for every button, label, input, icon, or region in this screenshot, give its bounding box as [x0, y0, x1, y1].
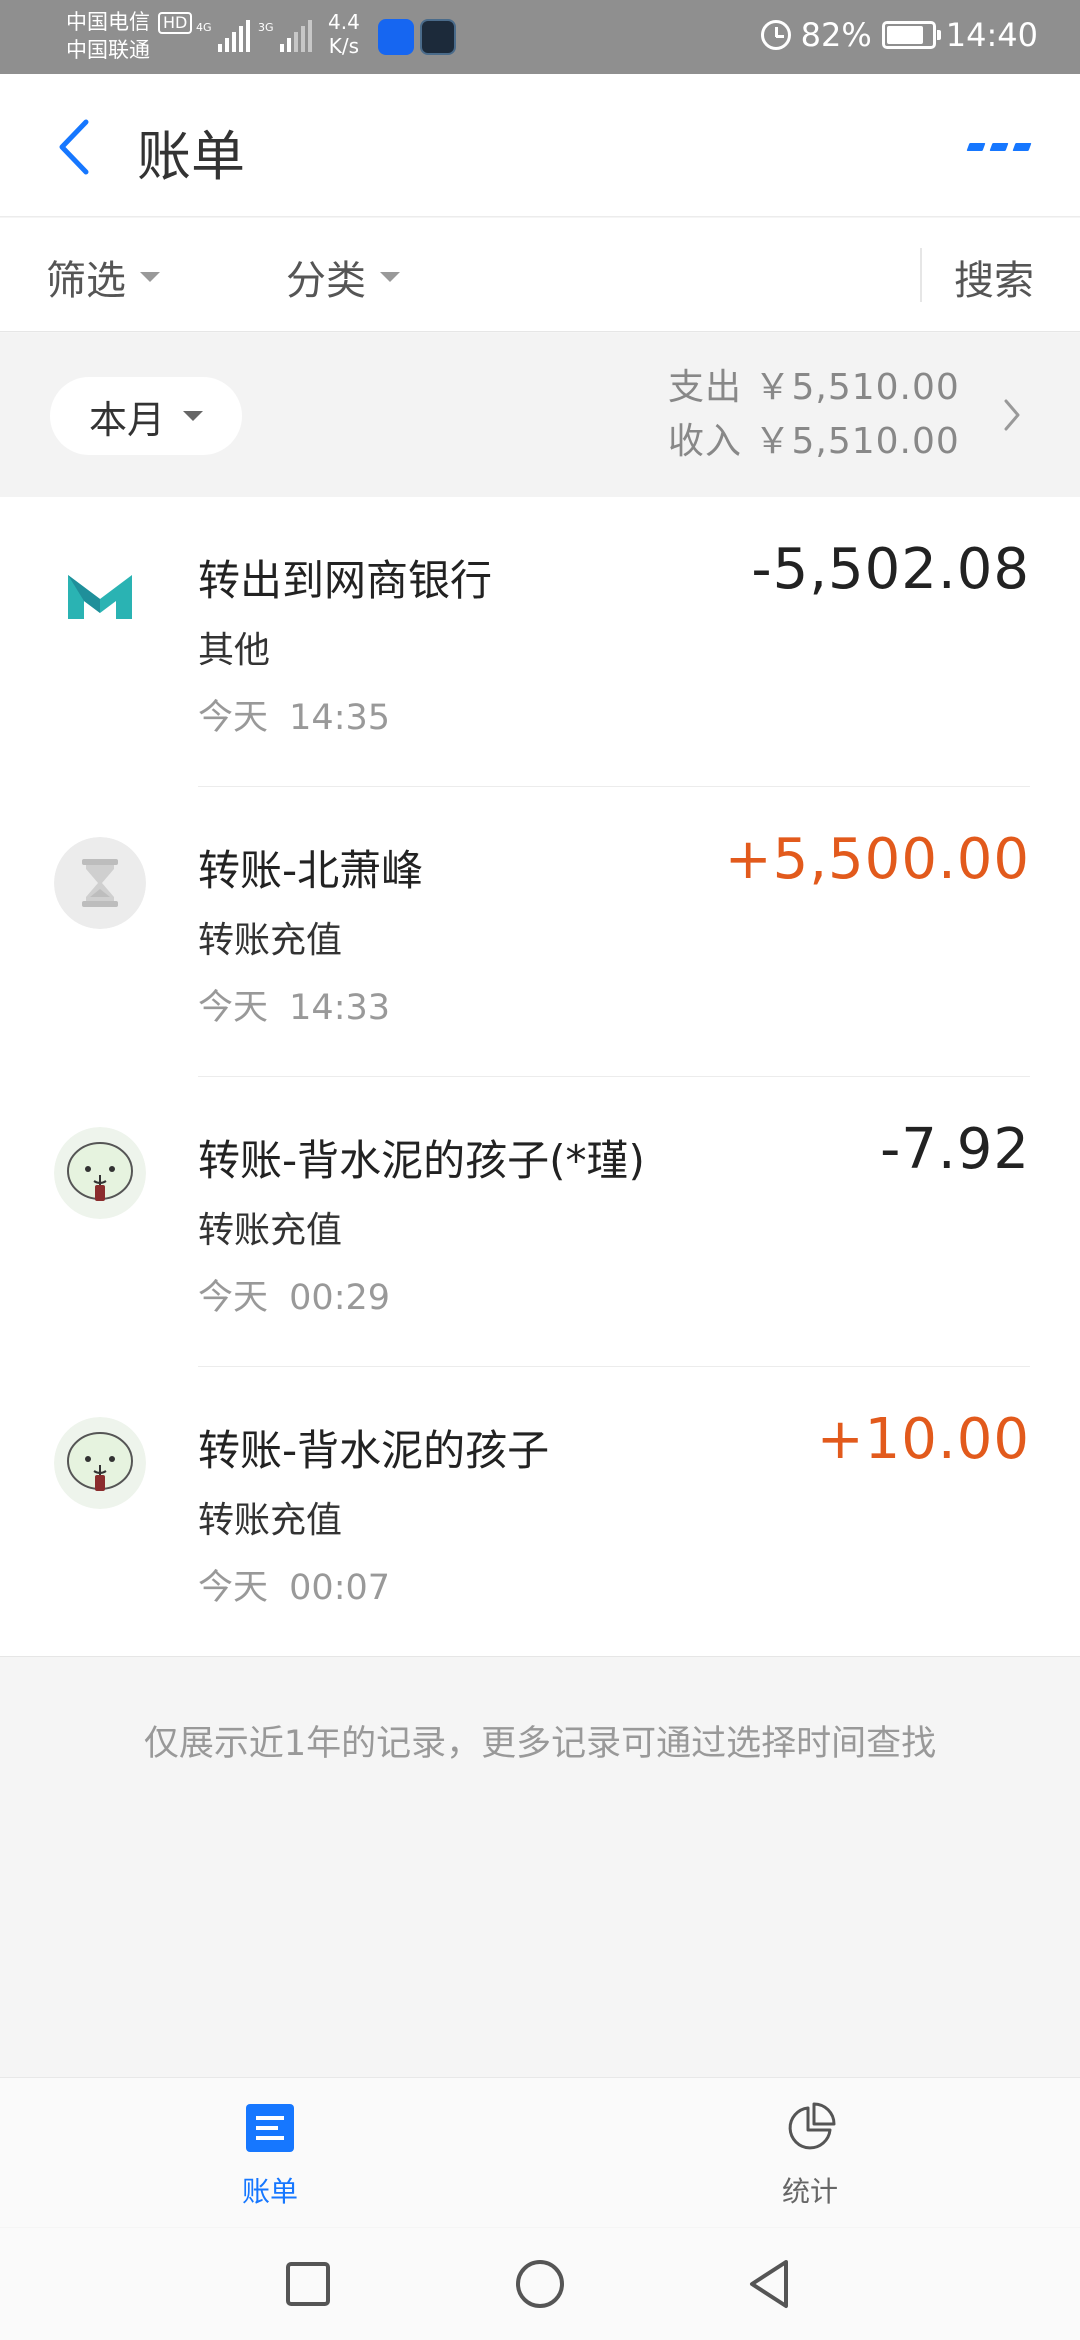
income-label: 收入 — [668, 421, 743, 462]
record-title: 转账-背水泥的孩子 — [198, 1426, 550, 1475]
record-time: 今天 00:29 — [198, 1269, 390, 1320]
category-dropdown[interactable]: 分类 — [286, 248, 400, 306]
month-selector-label: 本月 — [88, 397, 165, 442]
month-totals: 支出 ￥5,510.00 收入 ￥5,510.00 — [668, 361, 960, 469]
system-nav-bar — [0, 2228, 1080, 2340]
cartoon-avatar-icon — [54, 1127, 146, 1219]
divider — [920, 248, 922, 302]
pie-chart-icon — [788, 2102, 836, 2150]
more-options-icon[interactable] — [966, 132, 1032, 162]
tab-label: 统计 — [781, 2175, 838, 2208]
battery-fill — [886, 26, 923, 44]
page-title: 账单 — [137, 125, 245, 188]
cartoon-avatar-icon — [54, 1417, 146, 1509]
filter-dropdown[interactable]: 筛选 — [46, 248, 160, 306]
record-title: 转账-北萧峰 — [198, 846, 424, 895]
signal-icon: 3G — [258, 20, 312, 52]
record-time: 今天 14:33 — [198, 979, 390, 1030]
list-item[interactable]: 转出到网商银行 其他 今天 14:35 -5,502.08 — [0, 497, 1080, 787]
month-selector[interactable]: 本月 — [50, 377, 242, 455]
back-arrow-icon[interactable] — [50, 114, 100, 180]
notification-app-icon — [420, 19, 456, 55]
record-title: 转出到网商银行 — [198, 556, 493, 605]
network-type-2: 3G — [258, 21, 274, 34]
signal-icon: 4G — [196, 20, 250, 52]
tab-label: 账单 — [241, 2175, 298, 2208]
carrier-names: 中国电信 中国联通 — [66, 8, 150, 64]
battery-percent: 82% — [800, 16, 872, 54]
mybank-logo-icon — [68, 575, 132, 619]
hourglass-icon — [54, 837, 146, 929]
record-amount: -7.92 — [880, 1117, 1030, 1182]
network-speed: 4.4 K/s — [328, 10, 360, 58]
expense-amount: ￥5,510.00 — [754, 367, 960, 408]
speed-unit: K/s — [328, 34, 360, 58]
status-right: 82% 14:40 — [760, 16, 1038, 54]
battery-icon — [881, 21, 941, 49]
record-amount: +5,500.00 — [724, 827, 1030, 892]
list-item[interactable]: 转账-背水泥的孩子 转账充值 今天 00:07 +10.00 — [0, 1367, 1080, 1657]
carrier-2: 中国联通 — [66, 38, 150, 62]
list-item[interactable]: 转账-背水泥的孩子(*瑾) 转账充值 今天 00:29 -7.92 — [0, 1077, 1080, 1367]
record-category: 转账充值 — [198, 1500, 343, 1541]
record-category: 转账充值 — [198, 1210, 343, 1251]
tab-bills[interactable]: 账单 — [210, 2102, 330, 2210]
notification-app-icon — [378, 19, 414, 55]
tab-statistics[interactable]: 统计 — [750, 2102, 870, 2210]
filter-bar: 筛选 分类 搜索 — [0, 218, 1080, 332]
speed-value: 4.4 — [328, 10, 360, 34]
hd-badge: HD — [158, 12, 193, 34]
record-date: 今天 — [198, 988, 269, 1028]
expense-total: 支出 ￥5,510.00 — [668, 361, 960, 415]
caret-down-icon — [140, 272, 160, 282]
record-time: 今天 00:07 — [198, 1559, 390, 1610]
expense-label: 支出 — [668, 367, 743, 408]
network-type-1: 4G — [196, 21, 212, 34]
list-item[interactable]: 转账-北萧峰 转账充值 今天 14:33 +5,500.00 — [0, 787, 1080, 1077]
chevron-right-icon[interactable] — [998, 395, 1026, 435]
search-button[interactable]: 搜索 — [954, 248, 1034, 306]
recent-apps-icon[interactable] — [280, 2256, 336, 2312]
status-bar: 中国电信 中国联通 HD 4G 3G 4.4 K/s 82% 14:40 — [0, 0, 1080, 74]
bill-list-icon — [246, 2104, 294, 2152]
caret-down-icon — [183, 411, 203, 421]
home-icon[interactable] — [512, 2256, 568, 2312]
income-amount: ￥5,510.00 — [754, 421, 960, 462]
record-clock: 14:35 — [289, 698, 391, 738]
bill-list: 转出到网商银行 其他 今天 14:35 -5,502.08 转账-北萧峰 转账充… — [0, 497, 1080, 1657]
caret-down-icon — [380, 272, 400, 282]
title-bar: 账单 — [0, 74, 1080, 217]
alarm-icon — [760, 20, 791, 50]
record-amount: -5,502.08 — [751, 537, 1030, 602]
history-notice: 仅展示近1年的记录，更多记录可通过选择时间查找 — [143, 1724, 937, 1764]
record-category: 其他 — [198, 630, 271, 671]
record-date: 今天 — [198, 698, 269, 738]
record-time: 今天 14:35 — [198, 689, 390, 740]
income-total: 收入 ￥5,510.00 — [668, 415, 960, 469]
month-summary-bar[interactable]: 本月 支出 ￥5,510.00 收入 ￥5,510.00 — [0, 333, 1080, 497]
record-clock: 00:29 — [289, 1278, 391, 1318]
filter-label: 筛选 — [46, 258, 126, 304]
record-date: 今天 — [198, 1278, 269, 1318]
carrier-1: 中国电信 — [66, 10, 150, 34]
back-triangle-icon[interactable] — [742, 2256, 798, 2312]
category-label: 分类 — [286, 258, 366, 304]
bottom-tab-bar: 账单 统计 — [0, 2077, 1080, 2227]
record-clock: 00:07 — [289, 1568, 391, 1608]
record-title: 转账-背水泥的孩子(*瑾) — [198, 1136, 645, 1185]
record-category: 转账充值 — [198, 920, 343, 961]
record-clock: 14:33 — [289, 988, 391, 1028]
clock: 14:40 — [945, 16, 1038, 54]
record-amount: +10.00 — [816, 1407, 1030, 1472]
record-date: 今天 — [198, 1568, 269, 1608]
